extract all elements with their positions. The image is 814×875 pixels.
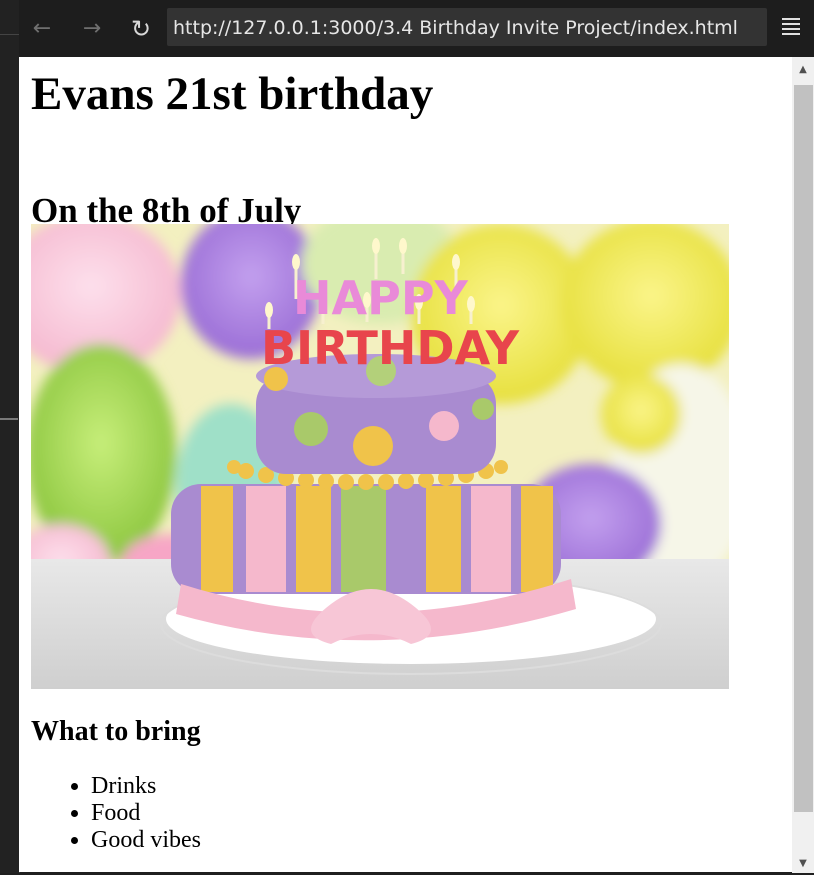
strip-divider [0, 34, 19, 35]
scrollbar-thumb[interactable] [794, 85, 813, 812]
what-to-bring-heading: What to bring [31, 716, 201, 747]
scroll-down-arrow-icon[interactable]: ▼ [792, 853, 814, 875]
bring-list: Drinks Food Good vibes [31, 773, 201, 854]
page-viewport: Evans 21st birthday On the 8th of July H… [19, 57, 792, 872]
hamburger-menu-icon[interactable] [778, 15, 804, 41]
back-arrow-icon[interactable]: ← [25, 12, 59, 46]
left-window-strip [0, 0, 20, 873]
strip-resize-mark [0, 418, 18, 420]
birthday-cake-image: HAPPY BIRTHDAY [31, 224, 729, 689]
forward-arrow-icon[interactable]: → [75, 12, 109, 46]
list-item: Food [91, 800, 201, 827]
vertical-scrollbar[interactable]: ▲ ▼ [792, 57, 814, 873]
reload-icon[interactable]: ↻ [124, 12, 158, 46]
cake-candle-text-birthday: BIRTHDAY [261, 321, 520, 375]
cake-candle-text-happy: HAPPY [293, 271, 469, 325]
address-bar[interactable]: http://127.0.0.1:3000/3.4 Birthday Invit… [167, 8, 767, 46]
page-title: Evans 21st birthday [31, 68, 434, 120]
list-item: Good vibes [91, 827, 201, 854]
browser-toolbar: ← → ↻ http://127.0.0.1:3000/3.4 Birthday… [19, 0, 814, 57]
list-item: Drinks [91, 773, 201, 800]
scroll-up-arrow-icon[interactable]: ▲ [792, 59, 814, 81]
